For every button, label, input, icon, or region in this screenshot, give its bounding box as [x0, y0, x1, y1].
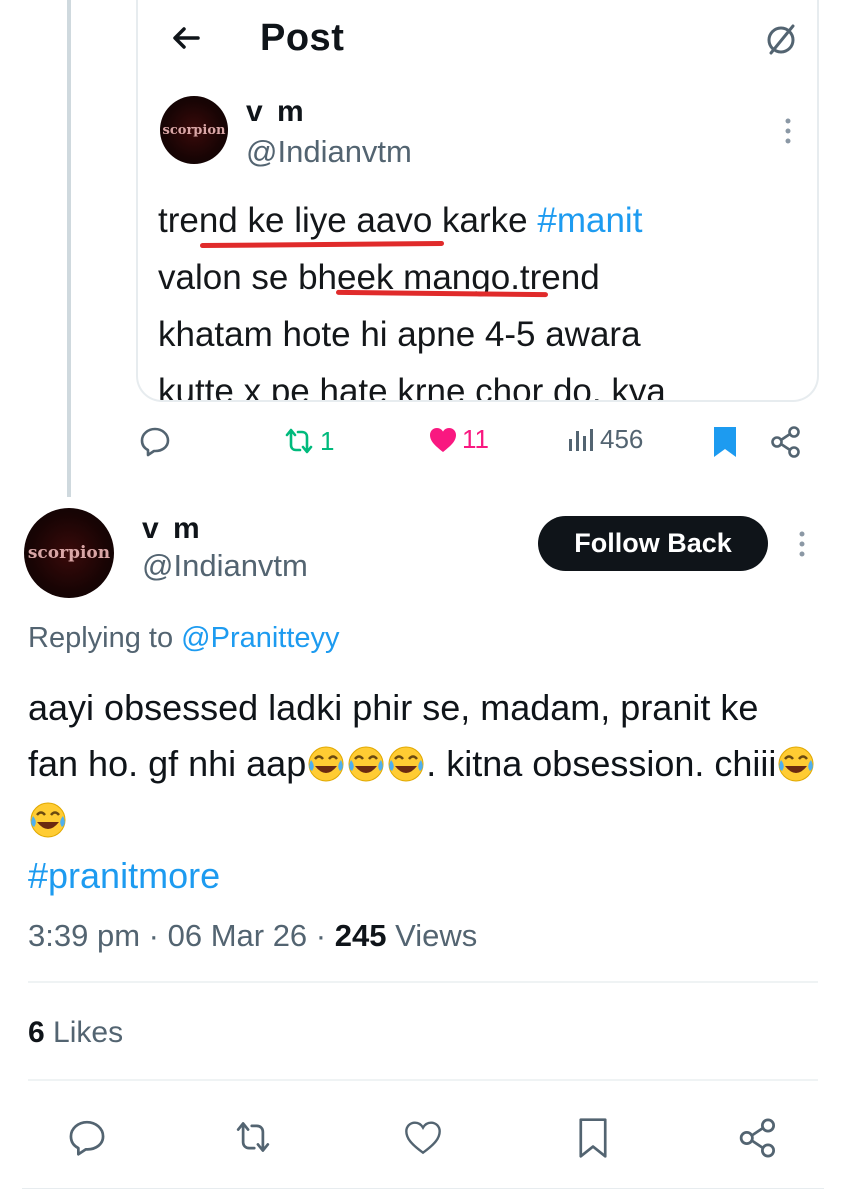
views-bar-icon[interactable]: [566, 425, 596, 455]
quoted-post-card[interactable]: Post scorpion v m @Indianvtm trend ke li…: [136, 0, 819, 402]
likes-total: 6: [28, 1016, 45, 1049]
post-actions: [0, 1112, 846, 1162]
mention-link[interactable]: @Pranitteyy: [181, 622, 339, 654]
repost-action[interactable]: [232, 1116, 274, 1158]
like-count: 11: [462, 424, 489, 454]
reply-bubble-icon[interactable]: [138, 424, 172, 458]
tears-of-joy-emoji-icon: [348, 746, 384, 782]
divider: [28, 981, 818, 983]
share-action[interactable]: [738, 1118, 778, 1158]
bookmark-action[interactable]: [710, 424, 740, 460]
share-action[interactable]: [770, 426, 802, 458]
heart-icon[interactable]: [428, 425, 458, 455]
quoted-header-title: Post: [260, 17, 345, 59]
avatar-logo-text: scorpion: [162, 122, 226, 138]
tears-of-joy-emoji-icon: [308, 746, 344, 782]
post-metadata: 3:39 pm · 06 Mar 26 · 245 Views: [28, 918, 477, 954]
post-text-part2: . kitna obsession. chiii: [426, 743, 777, 784]
share-icon[interactable]: [770, 426, 802, 458]
card-bottom-edge: [22, 1188, 824, 1200]
quoted-post-actions: 1 11 456: [0, 420, 846, 464]
quoted-hashtag-link[interactable]: #manit: [537, 201, 642, 240]
quoted-post-text: trend ke liye aavo karke #manit valon se…: [158, 192, 808, 402]
avatar-logo-text: scorpion: [27, 543, 111, 563]
share-icon[interactable]: [738, 1118, 778, 1158]
reply-action[interactable]: [138, 424, 172, 458]
separator-dot: ·: [148, 918, 159, 953]
views-label: Views: [395, 918, 478, 953]
like-action[interactable]: [402, 1118, 444, 1158]
quoted-author-name[interactable]: v m: [246, 95, 307, 129]
bookmark-icon[interactable]: [574, 1116, 612, 1160]
quoted-author-avatar[interactable]: scorpion: [160, 96, 228, 164]
heart-icon[interactable]: [402, 1118, 444, 1158]
arrow-left-icon[interactable]: [168, 20, 204, 56]
post-text: aayi obsessed ladki phir se, madam, pran…: [28, 680, 818, 904]
quoted-text-line1: trend ke liye aavo karke: [158, 201, 538, 240]
like-action[interactable]: 11: [428, 424, 489, 455]
more-vertical-icon[interactable]: [782, 116, 794, 146]
quoted-author-handle[interactable]: @Indianvtm: [246, 134, 412, 170]
author-handle[interactable]: @Indianvtm: [142, 548, 308, 584]
views-total: 245: [334, 918, 387, 953]
divider: [28, 1079, 818, 1081]
post-time[interactable]: 3:39 pm: [28, 918, 140, 953]
replying-to-label: Replying to: [28, 622, 182, 654]
bookmark-action[interactable]: [574, 1116, 612, 1160]
repost-icon[interactable]: [282, 424, 316, 458]
tears-of-joy-emoji-icon: [30, 802, 66, 838]
reply-bubble-icon[interactable]: [66, 1116, 108, 1158]
views-count: 456: [600, 424, 644, 454]
author-avatar[interactable]: scorpion: [24, 508, 114, 598]
follow-back-button[interactable]: Follow Back: [538, 516, 768, 571]
repost-action[interactable]: 1: [282, 424, 334, 458]
more-vertical-icon[interactable]: [796, 529, 808, 559]
post-date[interactable]: 06 Mar 26: [168, 918, 308, 953]
likes-summary[interactable]: 6 Likes: [28, 1016, 123, 1050]
tears-of-joy-emoji-icon: [778, 746, 814, 782]
replying-to-line: Replying to @Pranitteyy: [28, 622, 340, 655]
views-action[interactable]: 456: [566, 424, 643, 455]
quoted-text-line2: valon se bheek mango.trend: [158, 258, 600, 297]
quoted-text-line3: khatam hote hi apne 4-5 awara: [158, 315, 641, 354]
quoted-text-line4: kutte x pe hate krne chor do. kya: [158, 372, 666, 402]
repost-count: 1: [320, 425, 335, 456]
slashed-circle-icon[interactable]: [762, 20, 800, 58]
separator-dot: ·: [315, 918, 327, 953]
bookmark-icon[interactable]: [710, 424, 740, 460]
likes-label: Likes: [53, 1016, 124, 1049]
reply-action[interactable]: [66, 1116, 108, 1158]
tears-of-joy-emoji-icon: [388, 746, 424, 782]
hashtag-link[interactable]: #pranitmore: [28, 848, 818, 904]
repost-icon[interactable]: [232, 1116, 274, 1158]
author-name[interactable]: v m: [142, 512, 203, 546]
